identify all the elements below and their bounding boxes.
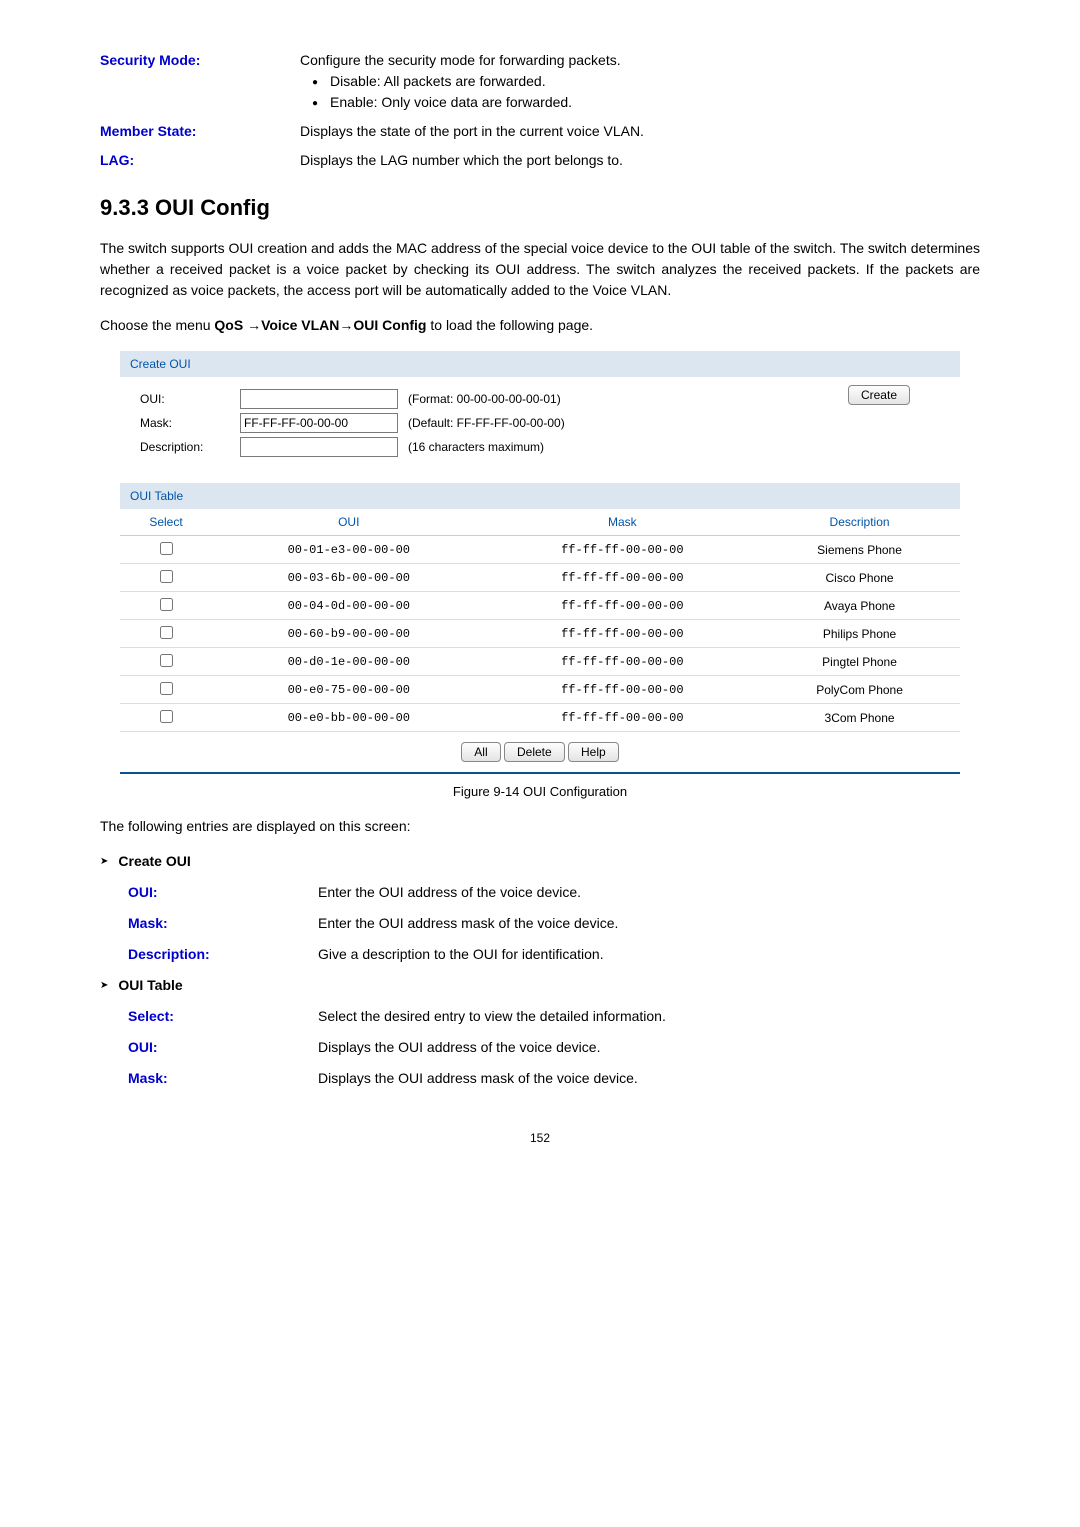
delete-button[interactable]: Delete <box>504 742 565 762</box>
row-select-checkbox[interactable] <box>160 710 173 723</box>
ouitable-select-label: Select: <box>128 1008 174 1024</box>
row-mask: ff-ff-ff-00-00-00 <box>486 564 760 592</box>
row-oui: 00-01-e3-00-00-00 <box>212 536 486 564</box>
create-oui-description-label: Description: <box>128 946 210 962</box>
section-para2: Choose the menu QoS →Voice VLAN→OUI Conf… <box>100 315 980 336</box>
create-oui-mask-desc: Enter the OUI address mask of the voice … <box>318 913 980 934</box>
create-oui-oui-label: OUI: <box>128 884 158 900</box>
page-number: 152 <box>100 1129 980 1147</box>
oui-table: Select OUI Mask Description 00-01-e3-00-… <box>120 509 960 732</box>
table-row: 00-60-b9-00-00-00ff-ff-ff-00-00-00Philip… <box>120 620 960 648</box>
following-entries: The following entries are displayed on t… <box>100 816 980 837</box>
ouitable-mask-label: Mask: <box>128 1070 168 1086</box>
row-oui: 00-e0-75-00-00-00 <box>212 676 486 704</box>
oui-hint: (Format: 00-00-00-00-00-01) <box>408 390 561 408</box>
col-desc: Description <box>759 509 960 536</box>
group-oui-table-title: OUI Table <box>118 977 182 993</box>
section-heading: 9.3.3 OUI Config <box>100 191 980 224</box>
group-create-oui-title: Create OUI <box>118 853 190 869</box>
security-mode-label: Security Mode: <box>100 52 200 68</box>
row-select-checkbox[interactable] <box>160 626 173 639</box>
col-oui: OUI <box>212 509 486 536</box>
row-select-checkbox[interactable] <box>160 598 173 611</box>
row-desc: 3Com Phone <box>759 704 960 732</box>
all-button[interactable]: All <box>461 742 500 762</box>
para2-b: QoS →Voice VLAN→OUI Config <box>214 317 426 333</box>
oui-table-header: OUI Table <box>120 483 960 509</box>
row-desc: Cisco Phone <box>759 564 960 592</box>
help-button[interactable]: Help <box>568 742 619 762</box>
mask-hint: (Default: FF-FF-FF-00-00-00) <box>408 414 565 432</box>
row-desc: Philips Phone <box>759 620 960 648</box>
row-desc: Avaya Phone <box>759 592 960 620</box>
row-mask: ff-ff-ff-00-00-00 <box>486 620 760 648</box>
para2-a: Choose the menu <box>100 317 214 333</box>
ouitable-mask-desc: Displays the OUI address mask of the voi… <box>318 1068 980 1089</box>
create-oui-header: Create OUI <box>120 351 960 377</box>
security-mode-bullet-enable: Enable: Only voice data are forwarded. <box>312 92 980 113</box>
table-row: 00-e0-bb-00-00-00ff-ff-ff-00-00-003Com P… <box>120 704 960 732</box>
section-para1: The switch supports OUI creation and add… <box>100 238 980 301</box>
ouitable-oui-label: OUI: <box>128 1039 158 1055</box>
lag-desc: Displays the LAG number which the port b… <box>300 150 980 171</box>
create-oui-oui-desc: Enter the OUI address of the voice devic… <box>318 882 980 903</box>
create-oui-mask-label: Mask: <box>128 915 168 931</box>
row-mask: ff-ff-ff-00-00-00 <box>486 536 760 564</box>
oui-input[interactable] <box>240 389 398 409</box>
mask-input[interactable] <box>240 413 398 433</box>
row-mask: ff-ff-ff-00-00-00 <box>486 648 760 676</box>
table-row: 00-d0-1e-00-00-00ff-ff-ff-00-00-00Pingte… <box>120 648 960 676</box>
col-mask: Mask <box>486 509 760 536</box>
row-oui: 00-d0-1e-00-00-00 <box>212 648 486 676</box>
row-select-checkbox[interactable] <box>160 570 173 583</box>
create-button[interactable]: Create <box>848 385 910 405</box>
row-mask: ff-ff-ff-00-00-00 <box>486 676 760 704</box>
member-state-desc: Displays the state of the port in the cu… <box>300 121 980 142</box>
table-row: 00-01-e3-00-00-00ff-ff-ff-00-00-00Siemen… <box>120 536 960 564</box>
row-mask: ff-ff-ff-00-00-00 <box>486 704 760 732</box>
row-mask: ff-ff-ff-00-00-00 <box>486 592 760 620</box>
row-oui: 00-03-6b-00-00-00 <box>212 564 486 592</box>
para2-c: to load the following page. <box>426 317 593 333</box>
table-row: 00-e0-75-00-00-00ff-ff-ff-00-00-00PolyCo… <box>120 676 960 704</box>
row-desc: Pingtel Phone <box>759 648 960 676</box>
lag-label: LAG: <box>100 152 134 168</box>
row-select-checkbox[interactable] <box>160 654 173 667</box>
oui-config-screenshot: Create OUI OUI: (Format: 00-00-00-00-00-… <box>120 351 960 762</box>
row-oui: 00-60-b9-00-00-00 <box>212 620 486 648</box>
description-hint: (16 characters maximum) <box>408 438 544 456</box>
oui-field-label: OUI: <box>140 390 240 408</box>
ouitable-oui-desc: Displays the OUI address of the voice de… <box>318 1037 980 1058</box>
mask-field-label: Mask: <box>140 414 240 432</box>
description-input[interactable] <box>240 437 398 457</box>
table-row: 00-03-6b-00-00-00ff-ff-ff-00-00-00Cisco … <box>120 564 960 592</box>
ouitable-select-desc: Select the desired entry to view the det… <box>318 1006 980 1027</box>
screenshot-divider <box>120 772 960 774</box>
description-field-label: Description: <box>140 438 240 456</box>
table-row: 00-04-0d-00-00-00ff-ff-ff-00-00-00Avaya … <box>120 592 960 620</box>
create-oui-description-desc: Give a description to the OUI for identi… <box>318 944 980 965</box>
security-mode-bullet-disable: Disable: All packets are forwarded. <box>312 71 980 92</box>
member-state-label: Member State: <box>100 123 196 139</box>
row-desc: Siemens Phone <box>759 536 960 564</box>
security-mode-desc: Configure the security mode for forwardi… <box>300 50 980 71</box>
col-select: Select <box>120 509 212 536</box>
row-select-checkbox[interactable] <box>160 542 173 555</box>
row-oui: 00-04-0d-00-00-00 <box>212 592 486 620</box>
row-oui: 00-e0-bb-00-00-00 <box>212 704 486 732</box>
figure-caption: Figure 9-14 OUI Configuration <box>100 782 980 802</box>
row-select-checkbox[interactable] <box>160 682 173 695</box>
row-desc: PolyCom Phone <box>759 676 960 704</box>
